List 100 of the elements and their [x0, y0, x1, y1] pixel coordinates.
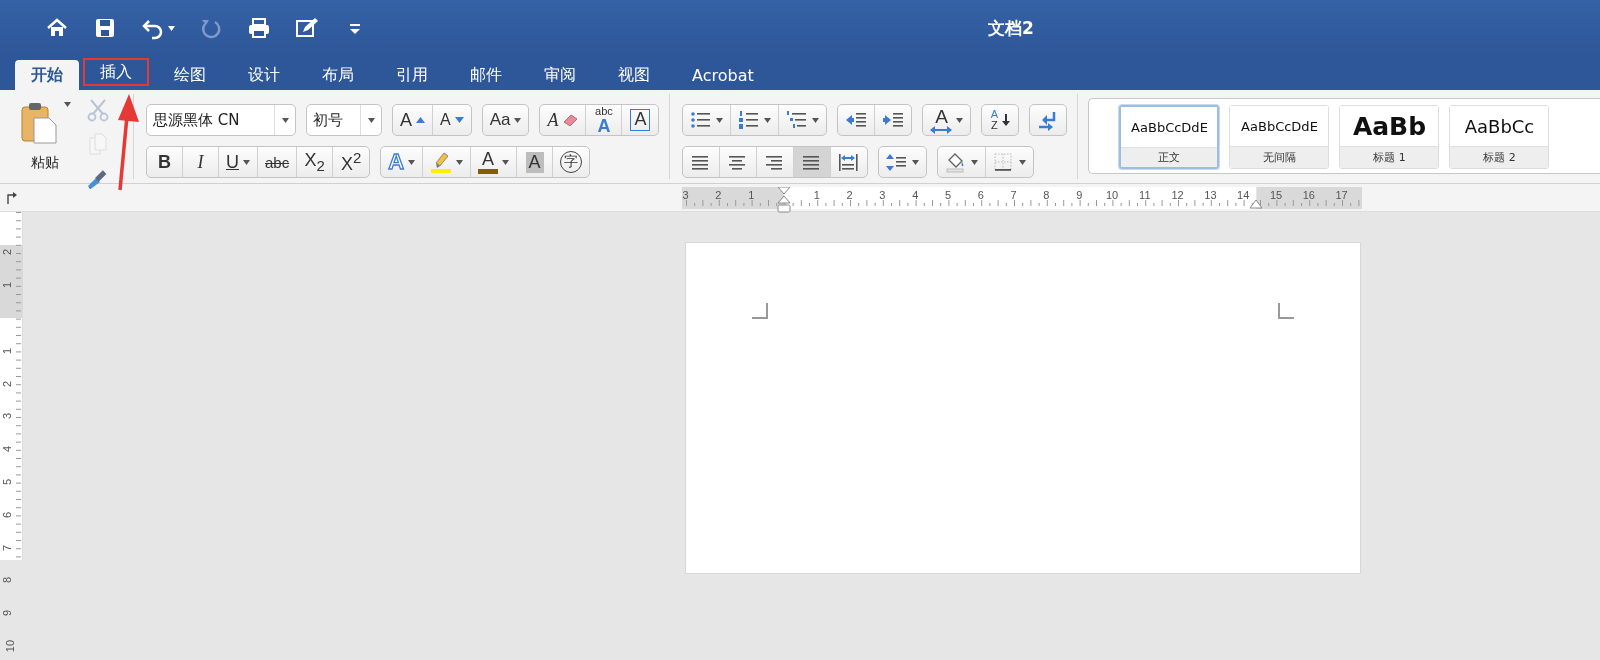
ruler-number: 4: [912, 188, 919, 201]
ruler-number: 3: [682, 188, 689, 201]
double-arrow-icon: [930, 125, 953, 134]
caret-icon: [912, 159, 920, 165]
italic-button[interactable]: I: [183, 147, 219, 177]
ruler-number: 17: [1335, 188, 1348, 201]
ruler-number: 7: [1010, 188, 1017, 201]
paste-button[interactable]: 粘贴: [14, 102, 76, 179]
scissors-icon: [87, 98, 109, 122]
caret-icon: [956, 117, 964, 123]
caret-icon: [971, 159, 979, 165]
bold-button[interactable]: B: [147, 147, 183, 177]
caret-icon: [1019, 159, 1027, 165]
ruler-number: 9: [1, 610, 14, 617]
font-size-field[interactable]: 初号: [306, 104, 382, 136]
window-title: 文档2: [987, 16, 1035, 40]
caret-icon: [408, 159, 416, 165]
clear-format-button[interactable]: A: [540, 105, 587, 135]
subscript-button[interactable]: X$_{2}$: [297, 147, 334, 177]
caret-icon: [502, 159, 510, 165]
multilevel-list-icon: [786, 109, 809, 131]
caret-icon: [63, 102, 71, 107]
ribbon-tab[interactable]: Acrobat: [671, 60, 775, 90]
ruler-number: 6: [977, 188, 984, 201]
style-card[interactable]: AaBbCcDdE 正文: [1119, 105, 1220, 169]
caret-icon: [168, 25, 175, 31]
font-name-field[interactable]: 思源黑体 CN: [146, 104, 296, 136]
ruler-number: 13: [1204, 188, 1217, 201]
caret-icon: [812, 117, 820, 123]
ruler-number: 2: [1, 380, 14, 387]
corner-mark-icon: [752, 303, 768, 319]
ribbon-tab[interactable]: 视图: [597, 60, 671, 90]
font-color-button[interactable]: A: [471, 147, 518, 177]
ruler-number: 5: [944, 188, 952, 201]
ruler-number: 1: [813, 188, 820, 201]
strikethrough-button[interactable]: abc: [258, 147, 298, 177]
grow-font-button[interactable]: A: [393, 105, 433, 135]
caret-icon: [514, 117, 522, 123]
caret-icon: [367, 117, 375, 123]
phonetic-guide-button[interactable]: abc A: [586, 105, 623, 135]
ribbon-tab[interactable]: 邮件: [449, 60, 523, 90]
ruler-number: 8: [1043, 188, 1050, 201]
edit-icon: [295, 16, 319, 40]
justify-button[interactable]: [794, 147, 832, 177]
caret-icon: [716, 117, 724, 123]
ruler-number: 10: [4, 639, 17, 653]
ribbon-tab[interactable]: 绘图: [153, 60, 227, 90]
ruler-number: 3: [1, 413, 14, 420]
style-card[interactable]: AaBbCc 标题 2: [1449, 105, 1550, 169]
ruler-number: 5: [1, 478, 14, 486]
down-arrow-icon: [1002, 114, 1011, 126]
ribbon-tab[interactable]: 插入: [79, 54, 153, 90]
numbered-list-icon: [738, 109, 761, 131]
caret-icon: [243, 159, 250, 165]
ruler-number: 3: [879, 188, 886, 201]
ruler-number: 16: [1302, 188, 1315, 201]
caret-icon: [764, 117, 772, 123]
tab-stop-icon: [6, 191, 18, 204]
corner-mark-icon: [1278, 303, 1294, 319]
style-card[interactable]: AaBbCcDdE 无间隔: [1229, 105, 1330, 169]
caret-icon: [456, 159, 464, 165]
clipboard-icon: [19, 102, 58, 144]
printer-icon: [247, 16, 271, 40]
shrink-font-button[interactable]: A: [433, 105, 471, 135]
ruler-number: 14: [1237, 188, 1250, 201]
ribbon-tab[interactable]: 引用: [375, 60, 449, 90]
sort-button[interactable]: A Z: [982, 105, 1019, 135]
eraser-icon: [562, 114, 579, 126]
ribbon-tab[interactable]: 设计: [227, 60, 301, 90]
distribute-icon: [838, 151, 861, 173]
ribbon-tab[interactable]: 审阅: [523, 60, 597, 90]
copy-icon: [87, 132, 109, 156]
style-card[interactable]: AaBb 标题 1: [1339, 105, 1440, 169]
ruler-number: 9: [1076, 188, 1083, 201]
caret-icon: [281, 117, 289, 123]
down-triangle-icon: [454, 117, 464, 123]
enclose-character-button[interactable]: 字: [553, 147, 590, 177]
ruler-number: 2: [1, 249, 14, 256]
character-border-button[interactable]: A: [622, 105, 659, 135]
character-shading-button[interactable]: A: [517, 147, 554, 177]
ruler-number: 7: [1, 544, 14, 551]
ruler-number: 15: [1269, 188, 1283, 201]
ruler-number: 11: [1139, 188, 1151, 201]
ruler-number: 1: [1, 282, 14, 289]
ruler-number: 6: [1, 511, 14, 518]
underline-button[interactable]: U: [219, 147, 258, 177]
ruler-number: 8: [1, 577, 14, 584]
ruler-number: 10: [1105, 188, 1119, 201]
highlighter-icon: [430, 151, 453, 173]
right-indent-marker-icon: [1249, 198, 1264, 209]
ruler-number: 1: [748, 188, 755, 201]
ruler-number: 12: [1171, 188, 1184, 201]
superscript-button[interactable]: X$^{2}$: [333, 147, 370, 177]
ruler-number: 2: [846, 188, 853, 201]
ruler-number: 2: [715, 188, 722, 201]
asian-layout-button[interactable]: A: [923, 105, 971, 135]
ruler-number: 1: [1, 347, 14, 354]
ribbon-tab[interactable]: 布局: [301, 60, 375, 90]
ribbon-tab[interactable]: 开始: [15, 60, 79, 90]
change-case-button[interactable]: Aa: [482, 105, 529, 135]
